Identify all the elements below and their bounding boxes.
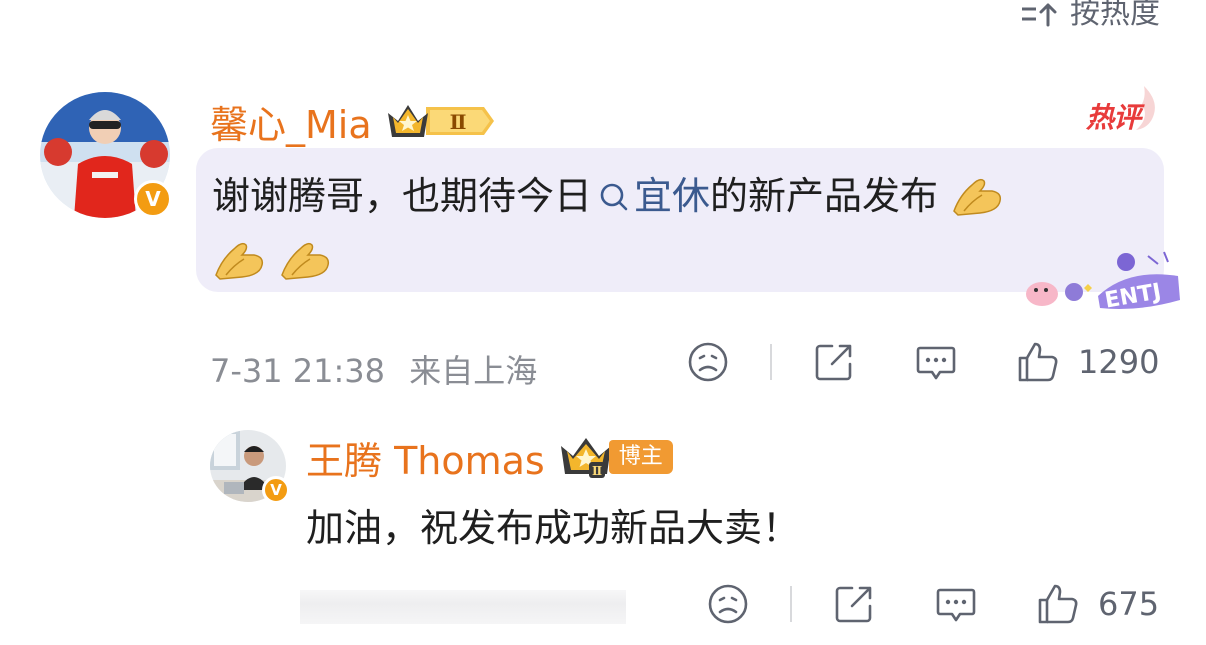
like-count: 1290 bbox=[1078, 343, 1160, 381]
like-button[interactable]: 675 bbox=[1036, 582, 1159, 626]
comment-icon[interactable] bbox=[934, 582, 978, 626]
reply-text: 加油，祝发布成功新品大卖！ bbox=[306, 506, 801, 550]
comment-text-before: 谢谢腾哥，也期待今日 bbox=[212, 174, 593, 218]
author-badge: 博主 bbox=[608, 440, 673, 474]
verified-badge-icon: V bbox=[262, 476, 290, 504]
comment-meta: 7-31 21:38 来自上海 bbox=[210, 346, 537, 392]
hot-comment-badge: 热评 bbox=[1086, 101, 1141, 134]
level-badge-text: Ⅱ bbox=[592, 464, 602, 478]
share-icon[interactable] bbox=[832, 582, 876, 626]
frown-icon[interactable] bbox=[686, 340, 730, 384]
comment-thread: 按热度 V 馨心_Mia Ⅱ 热评 谢谢腾哥，也期待今日 宜休的新产品发布 EN… bbox=[0, 0, 1206, 645]
decoration-label: ENTJ bbox=[1103, 279, 1163, 313]
pray-emoji-icon bbox=[953, 178, 1002, 216]
divider bbox=[770, 344, 772, 380]
comment-icon[interactable] bbox=[914, 340, 958, 384]
divider bbox=[790, 586, 792, 622]
reply-actions: 675 bbox=[706, 582, 1159, 626]
topic-link[interactable]: 宜休 bbox=[634, 174, 710, 218]
like-button[interactable]: 1290 bbox=[1016, 340, 1159, 384]
comment-author: 馨心_Mia Ⅱ bbox=[210, 94, 498, 149]
share-icon[interactable] bbox=[812, 340, 856, 384]
pray-emoji-icon bbox=[281, 242, 330, 280]
username-link[interactable]: 王腾 Thomas bbox=[306, 430, 545, 485]
sort-icon bbox=[1022, 3, 1057, 27]
comment-text-after: 的新产品发布 bbox=[710, 174, 939, 218]
fan-level-badge: Ⅱ bbox=[559, 434, 613, 480]
pray-emoji-icon bbox=[215, 242, 264, 280]
frown-icon[interactable] bbox=[706, 582, 750, 626]
reply-author: 王腾 Thomas Ⅱ 博主 bbox=[306, 430, 673, 485]
comment-text: 谢谢腾哥，也期待今日 宜休的新产品发布 bbox=[212, 164, 1142, 292]
like-count: 675 bbox=[1098, 585, 1160, 623]
verified-badge-icon: V bbox=[134, 180, 172, 218]
crown-icon: Ⅱ bbox=[387, 105, 494, 137]
reply-avatar[interactable]: V bbox=[210, 430, 290, 504]
comment-actions: 1290 bbox=[686, 340, 1159, 384]
blurred-meta bbox=[300, 590, 626, 624]
timestamp: 7-31 21:38 bbox=[210, 352, 386, 390]
crown-icon: Ⅱ bbox=[560, 438, 611, 478]
level-badge-text: Ⅱ bbox=[449, 110, 466, 134]
username-link[interactable]: 馨心_Mia bbox=[210, 94, 372, 149]
sort-by-hot-button[interactable]: 按热度 bbox=[1020, 0, 1160, 34]
entj-decoration: ENTJ bbox=[1026, 251, 1180, 314]
thumbs-up-icon[interactable] bbox=[1016, 340, 1060, 384]
thumbs-up-icon[interactable] bbox=[1036, 582, 1080, 626]
avatar[interactable]: V bbox=[40, 92, 172, 218]
sort-label: 按热度 bbox=[1070, 0, 1160, 31]
location: 来自上海 bbox=[409, 352, 538, 390]
fan-level-badge: Ⅱ bbox=[386, 101, 498, 141]
topic-search-icon bbox=[600, 183, 628, 211]
